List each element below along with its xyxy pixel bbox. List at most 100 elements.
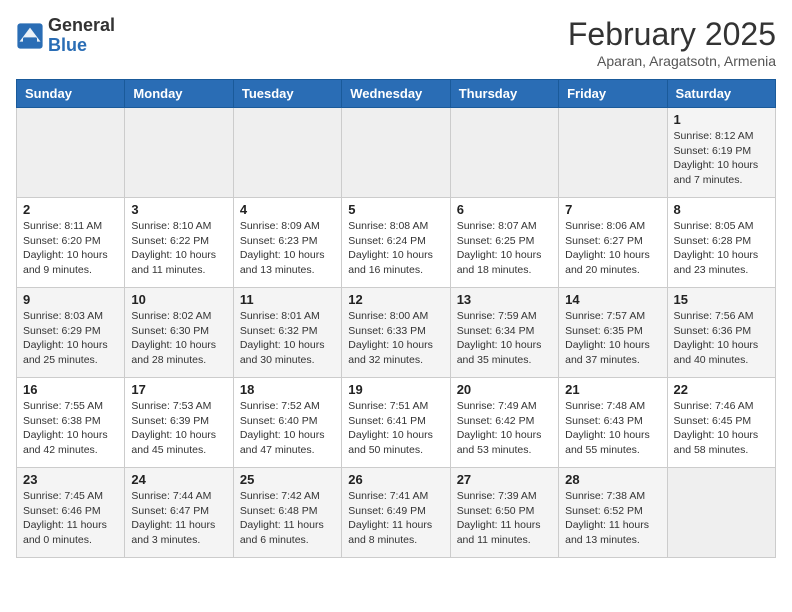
calendar-cell: 19 Sunrise: 7:51 AM Sunset: 6:41 PM Dayli… — [342, 378, 450, 468]
day-number: 18 — [240, 382, 335, 397]
day-info: Sunrise: 7:42 AM Sunset: 6:48 PM Dayligh… — [240, 489, 335, 548]
calendar-cell — [450, 108, 558, 198]
calendar-cell: 2 Sunrise: 8:11 AM Sunset: 6:20 PM Daylig… — [17, 198, 125, 288]
calendar-cell: 5 Sunrise: 8:08 AM Sunset: 6:24 PM Daylig… — [342, 198, 450, 288]
calendar-cell: 15 Sunrise: 7:56 AM Sunset: 6:36 PM Dayli… — [667, 288, 775, 378]
day-number: 13 — [457, 292, 552, 307]
calendar-cell: 24 Sunrise: 7:44 AM Sunset: 6:47 PM Dayli… — [125, 468, 233, 558]
calendar-cell: 11 Sunrise: 8:01 AM Sunset: 6:32 PM Dayli… — [233, 288, 341, 378]
calendar-cell: 10 Sunrise: 8:02 AM Sunset: 6:30 PM Dayli… — [125, 288, 233, 378]
month-title: February 2025 — [568, 16, 776, 53]
calendar-cell: 21 Sunrise: 7:48 AM Sunset: 6:43 PM Dayli… — [559, 378, 667, 468]
day-info: Sunrise: 7:46 AM Sunset: 6:45 PM Dayligh… — [674, 399, 769, 458]
day-number: 9 — [23, 292, 118, 307]
day-info: Sunrise: 8:02 AM Sunset: 6:30 PM Dayligh… — [131, 309, 226, 368]
col-header-monday: Monday — [125, 80, 233, 108]
day-info: Sunrise: 8:05 AM Sunset: 6:28 PM Dayligh… — [674, 219, 769, 278]
calendar-week-row: 2 Sunrise: 8:11 AM Sunset: 6:20 PM Daylig… — [17, 198, 776, 288]
calendar-cell: 13 Sunrise: 7:59 AM Sunset: 6:34 PM Dayli… — [450, 288, 558, 378]
day-number: 6 — [457, 202, 552, 217]
day-number: 21 — [565, 382, 660, 397]
calendar-cell: 17 Sunrise: 7:53 AM Sunset: 6:39 PM Dayli… — [125, 378, 233, 468]
day-number: 12 — [348, 292, 443, 307]
location-title: Aparan, Aragatsotn, Armenia — [568, 53, 776, 69]
col-header-wednesday: Wednesday — [342, 80, 450, 108]
page-header: General Blue February 2025 Aparan, Araga… — [16, 16, 776, 69]
day-info: Sunrise: 7:48 AM Sunset: 6:43 PM Dayligh… — [565, 399, 660, 458]
day-info: Sunrise: 7:38 AM Sunset: 6:52 PM Dayligh… — [565, 489, 660, 548]
calendar-cell: 16Sunrise: 7:55 AM Sunset: 6:38 PM Dayli… — [17, 378, 125, 468]
day-number: 2 — [23, 202, 118, 217]
col-header-thursday: Thursday — [450, 80, 558, 108]
calendar-cell: 20 Sunrise: 7:49 AM Sunset: 6:42 PM Dayli… — [450, 378, 558, 468]
day-number: 14 — [565, 292, 660, 307]
calendar-cell: 25Sunrise: 7:42 AM Sunset: 6:48 PM Dayli… — [233, 468, 341, 558]
calendar-cell: 3Sunrise: 8:10 AM Sunset: 6:22 PM Daylig… — [125, 198, 233, 288]
day-info: Sunrise: 8:07 AM Sunset: 6:25 PM Dayligh… — [457, 219, 552, 278]
day-info: Sunrise: 8:03 AM Sunset: 6:29 PM Dayligh… — [23, 309, 118, 368]
day-number: 5 — [348, 202, 443, 217]
day-number: 27 — [457, 472, 552, 487]
day-info: Sunrise: 7:39 AM Sunset: 6:50 PM Dayligh… — [457, 489, 552, 548]
calendar-cell — [17, 108, 125, 198]
calendar-cell: 18Sunrise: 7:52 AM Sunset: 6:40 PM Dayli… — [233, 378, 341, 468]
calendar-table: SundayMondayTuesdayWednesdayThursdayFrid… — [16, 79, 776, 558]
calendar-cell: 6 Sunrise: 8:07 AM Sunset: 6:25 PM Daylig… — [450, 198, 558, 288]
day-info: Sunrise: 7:51 AM Sunset: 6:41 PM Dayligh… — [348, 399, 443, 458]
day-number: 4 — [240, 202, 335, 217]
day-number: 22 — [674, 382, 769, 397]
day-number: 20 — [457, 382, 552, 397]
day-number: 26 — [348, 472, 443, 487]
calendar-cell: 9 Sunrise: 8:03 AM Sunset: 6:29 PM Daylig… — [17, 288, 125, 378]
calendar-week-row: 16Sunrise: 7:55 AM Sunset: 6:38 PM Dayli… — [17, 378, 776, 468]
day-number: 1 — [674, 112, 769, 127]
day-number: 28 — [565, 472, 660, 487]
day-info: Sunrise: 7:55 AM Sunset: 6:38 PM Dayligh… — [23, 399, 118, 458]
day-info: Sunrise: 7:41 AM Sunset: 6:49 PM Dayligh… — [348, 489, 443, 548]
day-info: Sunrise: 7:56 AM Sunset: 6:36 PM Dayligh… — [674, 309, 769, 368]
logo-icon — [16, 22, 44, 50]
logo: General Blue — [16, 16, 115, 56]
calendar-header-row: SundayMondayTuesdayWednesdayThursdayFrid… — [17, 80, 776, 108]
day-number: 17 — [131, 382, 226, 397]
col-header-sunday: Sunday — [17, 80, 125, 108]
day-info: Sunrise: 8:06 AM Sunset: 6:27 PM Dayligh… — [565, 219, 660, 278]
day-number: 15 — [674, 292, 769, 307]
col-header-friday: Friday — [559, 80, 667, 108]
title-block: February 2025 Aparan, Aragatsotn, Armeni… — [568, 16, 776, 69]
logo-text: General Blue — [48, 16, 115, 56]
calendar-cell: 12Sunrise: 8:00 AM Sunset: 6:33 PM Dayli… — [342, 288, 450, 378]
calendar-cell: 28 Sunrise: 7:38 AM Sunset: 6:52 PM Dayli… — [559, 468, 667, 558]
day-info: Sunrise: 7:49 AM Sunset: 6:42 PM Dayligh… — [457, 399, 552, 458]
day-info: Sunrise: 7:59 AM Sunset: 6:34 PM Dayligh… — [457, 309, 552, 368]
day-number: 23 — [23, 472, 118, 487]
calendar-cell: 7 Sunrise: 8:06 AM Sunset: 6:27 PM Daylig… — [559, 198, 667, 288]
calendar-cell — [233, 108, 341, 198]
day-info: Sunrise: 8:01 AM Sunset: 6:32 PM Dayligh… — [240, 309, 335, 368]
calendar-cell — [342, 108, 450, 198]
calendar-cell: 4Sunrise: 8:09 AM Sunset: 6:23 PM Daylig… — [233, 198, 341, 288]
day-info: Sunrise: 7:45 AM Sunset: 6:46 PM Dayligh… — [23, 489, 118, 548]
logo-general: General — [48, 15, 115, 35]
day-number: 11 — [240, 292, 335, 307]
day-number: 24 — [131, 472, 226, 487]
day-number: 10 — [131, 292, 226, 307]
calendar-cell — [125, 108, 233, 198]
day-number: 3 — [131, 202, 226, 217]
day-info: Sunrise: 8:11 AM Sunset: 6:20 PM Dayligh… — [23, 219, 118, 278]
day-info: Sunrise: 8:08 AM Sunset: 6:24 PM Dayligh… — [348, 219, 443, 278]
calendar-cell: 22 Sunrise: 7:46 AM Sunset: 6:45 PM Dayli… — [667, 378, 775, 468]
calendar-cell: 1 Sunrise: 8:12 AM Sunset: 6:19 PM Daylig… — [667, 108, 775, 198]
day-number: 19 — [348, 382, 443, 397]
logo-blue: Blue — [48, 35, 87, 55]
calendar-cell — [559, 108, 667, 198]
day-info: Sunrise: 7:44 AM Sunset: 6:47 PM Dayligh… — [131, 489, 226, 548]
day-info: Sunrise: 8:12 AM Sunset: 6:19 PM Dayligh… — [674, 129, 769, 188]
col-header-saturday: Saturday — [667, 80, 775, 108]
day-info: Sunrise: 7:53 AM Sunset: 6:39 PM Dayligh… — [131, 399, 226, 458]
calendar-week-row: 1 Sunrise: 8:12 AM Sunset: 6:19 PM Daylig… — [17, 108, 776, 198]
calendar-cell: 14Sunrise: 7:57 AM Sunset: 6:35 PM Dayli… — [559, 288, 667, 378]
day-number: 7 — [565, 202, 660, 217]
calendar-cell: 23 Sunrise: 7:45 AM Sunset: 6:46 PM Dayli… — [17, 468, 125, 558]
col-header-tuesday: Tuesday — [233, 80, 341, 108]
